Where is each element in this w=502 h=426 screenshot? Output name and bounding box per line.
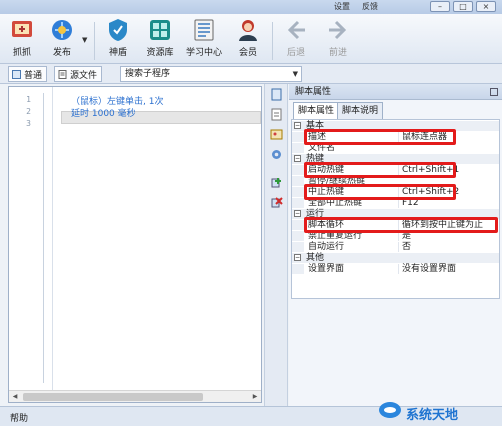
publish-dropdown-arrow[interactable]: ▼	[82, 36, 87, 44]
script-properties-panel: 脚本属性 脚本属性 脚本说明 − 基本 描述 鼠标连点器 文件名 − 热键 启动…	[289, 84, 502, 406]
capture-icon	[12, 21, 32, 37]
property-row-auto-run[interactable]: 自动运行 否	[292, 242, 499, 252]
code-line[interactable]: 延时 1000 毫秒	[71, 106, 136, 119]
delete-item-icon[interactable]	[270, 196, 283, 209]
main-toolbar: 抓抓 发布 ▼ 神盾 资源库 学习中心 会员 后退 前进	[0, 14, 502, 64]
publish-button[interactable]: 发布	[42, 18, 82, 62]
tab-source-file[interactable]: 源文件	[54, 66, 103, 82]
watermark-logo-icon	[379, 402, 401, 418]
source-file-icon	[58, 69, 67, 79]
tab-script-properties[interactable]: 脚本属性	[293, 102, 340, 119]
line-number: 3	[26, 119, 31, 128]
settings-link[interactable]: 设置	[334, 1, 350, 12]
forward-arrow-icon	[329, 20, 347, 40]
resource-library-icon	[150, 20, 170, 40]
page-icon[interactable]	[270, 108, 283, 121]
tab-script-description[interactable]: 脚本说明	[337, 102, 384, 119]
collapse-icon[interactable]: −	[294, 210, 301, 217]
highlight-box-stop-hotkey	[304, 184, 456, 200]
pin-icon[interactable]	[490, 88, 498, 96]
back-arrow-icon	[287, 20, 305, 40]
properties-tabs: 脚本属性 脚本说明	[289, 102, 502, 119]
script-editor[interactable]: 1 2 3 （鼠标）左键单击, 1次 延时 1000 毫秒 ◀ ▶	[8, 86, 262, 403]
collapse-icon[interactable]: −	[294, 155, 301, 162]
add-item-icon[interactable]	[270, 176, 283, 189]
help-text: 帮助	[10, 414, 29, 424]
shield-icon	[109, 19, 127, 41]
side-toolstrip	[264, 84, 288, 406]
highlight-box-script-loop	[304, 217, 498, 233]
property-grid: − 基本 描述 鼠标连点器 文件名 − 热键 启动热键 Ctrl+Shift+1…	[291, 119, 500, 299]
scrollbar-thumb[interactable]	[23, 393, 203, 401]
chevron-down-icon: ▼	[292, 70, 298, 78]
scroll-left-icon[interactable]: ◀	[10, 392, 20, 402]
title-bar: 设置 反馈 – □ ×	[0, 0, 502, 14]
property-row-settings-ui[interactable]: 设置界面 没有设置界面	[292, 264, 499, 274]
toolbar-separator	[272, 22, 273, 60]
learning-center-button[interactable]: 学习中心	[184, 18, 224, 62]
minimize-button[interactable]: –	[430, 1, 450, 12]
publish-icon	[52, 20, 72, 40]
watermark: 系统天地	[378, 398, 502, 426]
normal-view-icon	[12, 69, 21, 79]
highlight-box-description	[304, 129, 456, 145]
back-button[interactable]: 后退	[276, 18, 316, 62]
highlight-box-start-hotkey	[304, 162, 456, 178]
line-number: 2	[26, 107, 31, 116]
shield-button[interactable]: 神盾	[98, 18, 138, 62]
collapse-icon[interactable]: −	[294, 254, 301, 261]
capture-button[interactable]: 抓抓	[2, 18, 42, 62]
line-number-gutter: 1 2 3	[9, 87, 53, 391]
close-button[interactable]: ×	[476, 1, 496, 12]
toolbar-separator	[94, 22, 95, 60]
document-icon[interactable]	[270, 88, 283, 101]
horizontal-scrollbar[interactable]: ◀ ▶	[9, 390, 261, 402]
feedback-link[interactable]: 反馈	[362, 1, 378, 12]
line-number: 1	[26, 95, 31, 104]
gear-icon[interactable]	[270, 148, 283, 161]
window-controls: – □ ×	[430, 1, 496, 12]
member-icon	[239, 20, 257, 41]
editor-tab-bar: 普通 源文件 搜索子程序 ▼	[0, 64, 502, 84]
maximize-button[interactable]: □	[453, 1, 473, 12]
panel-title: 脚本属性	[289, 84, 502, 100]
scroll-right-icon[interactable]: ▶	[250, 392, 260, 402]
collapse-icon[interactable]: −	[294, 122, 301, 129]
resources-button[interactable]: 资源库	[140, 18, 180, 62]
category-other[interactable]: − 其他	[292, 253, 499, 263]
learning-center-icon	[194, 19, 214, 41]
tab-normal[interactable]: 普通	[8, 66, 48, 82]
forward-button[interactable]: 前进	[318, 18, 358, 62]
image-icon[interactable]	[270, 128, 283, 141]
member-button[interactable]: 会员	[228, 18, 268, 62]
search-subroutine-select[interactable]: 搜索子程序 ▼	[120, 66, 302, 82]
app-window: 设置 反馈 – □ × 抓抓 发布 ▼ 神盾 资源库 学习中心 会员 后退 前进…	[0, 0, 502, 426]
fold-line	[43, 93, 44, 383]
